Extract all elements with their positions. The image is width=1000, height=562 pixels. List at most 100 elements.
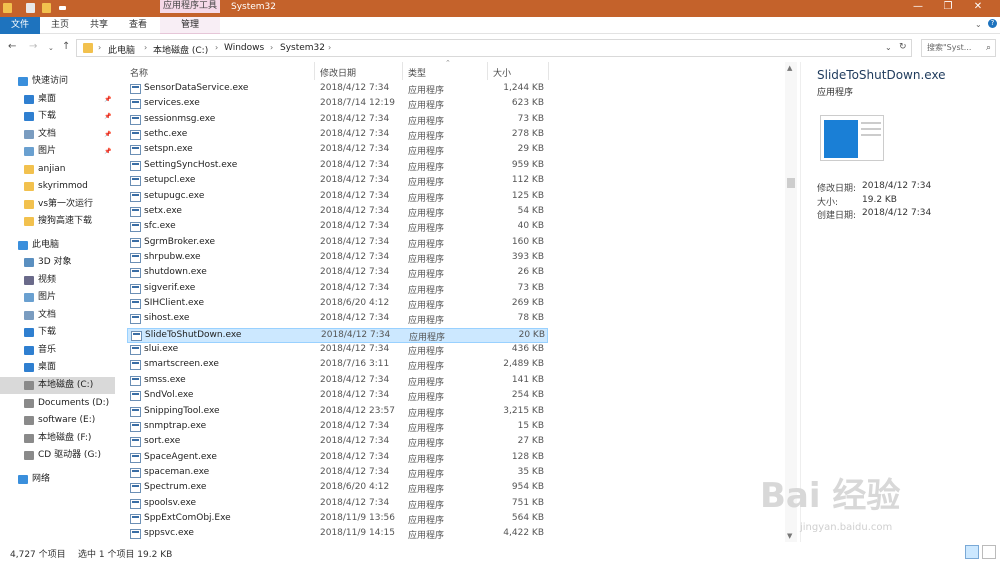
file-row[interactable]: sppsvc.exe 2018/11/9 14:15 应用程序 4,422 KB bbox=[127, 527, 548, 542]
sidebar-item[interactable]: 此电脑 bbox=[0, 237, 115, 254]
breadcrumb-local-disk-c[interactable]: 本地磁盘 (C:) bbox=[153, 43, 208, 56]
sidebar-item[interactable]: CD 驱动器 (G:) bbox=[0, 447, 115, 464]
pin-icon[interactable]: 📌 bbox=[104, 108, 111, 125]
pin-icon[interactable]: 📌 bbox=[104, 91, 111, 108]
column-date-modified[interactable]: 修改日期 bbox=[320, 66, 356, 79]
tab-manage[interactable]: 管理 bbox=[160, 17, 220, 34]
file-row[interactable]: services.exe 2018/7/14 12:19 应用程序 623 KB bbox=[127, 97, 548, 112]
file-type: 应用程序 bbox=[408, 224, 445, 235]
desktop-icon bbox=[24, 95, 34, 104]
recent-locations-icon[interactable]: ⌄ bbox=[48, 44, 54, 52]
file-row[interactable]: SlideToShutDown.exe 2018/4/12 7:34 应用程序 20 … bbox=[127, 327, 548, 343]
file-row[interactable]: SndVol.exe 2018/4/12 7:34 应用程序 254 KB bbox=[127, 389, 548, 404]
pin-icon[interactable]: 📌 bbox=[104, 126, 111, 143]
file-row[interactable]: sessionmsg.exe 2018/4/12 7:34 应用程序 73 KB bbox=[127, 113, 548, 128]
file-row[interactable]: shrpubw.exe 2018/4/12 7:34 应用程序 393 KB bbox=[127, 251, 548, 266]
minimize-icon[interactable]: — bbox=[908, 1, 928, 12]
column-type[interactable]: 类型 bbox=[408, 66, 426, 79]
file-row[interactable]: SIHClient.exe 2018/6/20 4:12 应用程序 269 KB bbox=[127, 297, 548, 312]
file-row[interactable]: smartscreen.exe 2018/7/16 3:11 应用程序 2,489 K… bbox=[127, 358, 548, 373]
new-folder-icon[interactable] bbox=[42, 3, 51, 13]
breadcrumb-this-pc[interactable]: 此电脑 bbox=[108, 43, 135, 56]
column-divider[interactable] bbox=[487, 62, 488, 80]
up-arrow-icon[interactable]: ↑ bbox=[62, 41, 70, 52]
help-icon[interactable]: ? bbox=[988, 19, 997, 28]
file-row[interactable]: sigverif.exe 2018/4/12 7:34 应用程序 73 KB bbox=[127, 282, 548, 297]
close-icon[interactable]: ✕ bbox=[968, 1, 988, 12]
tab-home[interactable]: 主页 bbox=[51, 19, 69, 34]
column-divider[interactable] bbox=[314, 62, 315, 80]
scrollbar-thumb[interactable] bbox=[787, 178, 795, 188]
file-row[interactable]: SettingSyncHost.exe 2018/4/12 7:34 应用程序 959… bbox=[127, 159, 548, 174]
sidebar-item[interactable]: software (E:) bbox=[0, 412, 115, 429]
scroll-down-icon[interactable]: ▼ bbox=[787, 532, 792, 540]
file-row[interactable]: SppExtComObj.Exe 2018/11/9 13:56 应用程序 564 K… bbox=[127, 512, 548, 527]
file-row[interactable]: snmptrap.exe 2018/4/12 7:34 应用程序 15 KB bbox=[127, 420, 548, 435]
tab-view[interactable]: 查看 bbox=[129, 19, 147, 34]
search-icon[interactable]: ⌕ bbox=[986, 40, 991, 56]
file-row[interactable]: setupugc.exe 2018/4/12 7:34 应用程序 125 KB bbox=[127, 190, 548, 205]
file-row[interactable]: sfc.exe 2018/4/12 7:34 应用程序 40 KB bbox=[127, 220, 548, 235]
properties-icon[interactable] bbox=[26, 3, 35, 13]
sidebar-item[interactable]: 下载 bbox=[0, 324, 115, 341]
search-input[interactable]: 搜索"Syst... ⌕ bbox=[921, 39, 996, 57]
sidebar-item[interactable]: anjian bbox=[0, 161, 115, 178]
breadcrumb-windows[interactable]: Windows bbox=[224, 43, 264, 53]
large-icons-view-icon[interactable] bbox=[982, 545, 996, 559]
expand-ribbon-icon[interactable]: ⌄ bbox=[975, 20, 982, 29]
sidebar-item[interactable]: 快速访问 bbox=[0, 73, 115, 90]
file-row[interactable]: SnippingTool.exe 2018/4/12 23:57 应用程序 3,215… bbox=[127, 405, 548, 420]
file-row[interactable]: setupcl.exe 2018/4/12 7:34 应用程序 112 KB bbox=[127, 174, 548, 189]
file-row[interactable]: sort.exe 2018/4/12 7:34 应用程序 27 KB bbox=[127, 435, 548, 450]
file-row[interactable]: spoolsv.exe 2018/4/12 7:34 应用程序 751 KB bbox=[127, 497, 548, 512]
column-divider[interactable] bbox=[402, 62, 403, 80]
customize-quick-access-icon[interactable] bbox=[59, 6, 66, 10]
file-row[interactable]: slui.exe 2018/4/12 7:34 应用程序 436 KB bbox=[127, 343, 548, 358]
sidebar-item[interactable]: 网络 bbox=[0, 471, 115, 488]
file-row[interactable]: Spectrum.exe 2018/6/20 4:12 应用程序 954 KB bbox=[127, 481, 548, 496]
sidebar-item[interactable]: 桌面 bbox=[0, 359, 115, 376]
window-title: System32 bbox=[231, 2, 277, 12]
breadcrumb-system32[interactable]: System32 bbox=[280, 43, 325, 53]
back-arrow-icon[interactable]: ← bbox=[8, 41, 16, 52]
address-bar[interactable]: › 此电脑 › 本地磁盘 (C:) › Windows › System32 ›… bbox=[76, 39, 912, 57]
sidebar-item[interactable]: skyrimmod bbox=[0, 178, 115, 195]
refresh-icon[interactable]: ↻ bbox=[899, 42, 907, 52]
column-name[interactable]: 名称 bbox=[130, 66, 148, 79]
file-row[interactable]: setspn.exe 2018/4/12 7:34 应用程序 29 KB bbox=[127, 143, 548, 158]
details-view-icon[interactable] bbox=[965, 545, 979, 559]
file-row[interactable]: sihost.exe 2018/4/12 7:34 应用程序 78 KB bbox=[127, 312, 548, 327]
sidebar-item[interactable]: 文档 bbox=[0, 307, 115, 324]
sidebar-item[interactable]: 桌面 📌 bbox=[0, 91, 115, 108]
pin-icon[interactable]: 📌 bbox=[104, 143, 111, 160]
file-row[interactable]: SgrmBroker.exe 2018/4/12 7:34 应用程序 160 KB bbox=[127, 236, 548, 251]
sidebar-item[interactable]: 文档 📌 bbox=[0, 126, 115, 143]
file-row[interactable]: smss.exe 2018/4/12 7:34 应用程序 141 KB bbox=[127, 374, 548, 389]
file-row[interactable]: SpaceAgent.exe 2018/4/12 7:34 应用程序 128 KB bbox=[127, 451, 548, 466]
column-divider[interactable] bbox=[548, 62, 549, 80]
file-row[interactable]: sethc.exe 2018/4/12 7:34 应用程序 278 KB bbox=[127, 128, 548, 143]
sidebar-item[interactable]: 本地磁盘 (F:) bbox=[0, 430, 115, 447]
maximize-icon[interactable]: ❐ bbox=[938, 1, 958, 12]
file-row[interactable]: SensorDataService.exe 2018/4/12 7:34 应用程序 1… bbox=[127, 82, 548, 97]
scroll-up-icon[interactable]: ▲ bbox=[787, 64, 792, 72]
sidebar-item[interactable]: vs第一次运行 bbox=[0, 196, 115, 213]
file-row[interactable]: spaceman.exe 2018/4/12 7:34 应用程序 35 KB bbox=[127, 466, 548, 481]
sidebar-item[interactable]: 本地磁盘 (C:) bbox=[0, 377, 115, 394]
forward-arrow-icon[interactable]: → bbox=[29, 41, 37, 52]
breadcrumb-separator: › bbox=[328, 43, 332, 52]
sidebar-item[interactable]: 图片 📌 bbox=[0, 143, 115, 160]
address-dropdown-icon[interactable]: ⌄ bbox=[885, 43, 892, 52]
sidebar-item[interactable]: 音乐 bbox=[0, 342, 115, 359]
sidebar-item[interactable]: 下载 📌 bbox=[0, 108, 115, 125]
sidebar-item[interactable]: 搜狗高速下载 bbox=[0, 213, 115, 230]
tab-file[interactable]: 文件 bbox=[0, 17, 40, 34]
file-row[interactable]: shutdown.exe 2018/4/12 7:34 应用程序 26 KB bbox=[127, 266, 548, 281]
sidebar-item[interactable]: 3D 对象 bbox=[0, 254, 115, 271]
column-size[interactable]: 大小 bbox=[493, 66, 511, 79]
sidebar-item[interactable]: Documents (D:) bbox=[0, 395, 115, 412]
tab-share[interactable]: 共享 bbox=[90, 19, 108, 34]
sidebar-item[interactable]: 视频 bbox=[0, 272, 115, 289]
file-row[interactable]: setx.exe 2018/4/12 7:34 应用程序 54 KB bbox=[127, 205, 548, 220]
sidebar-item[interactable]: 图片 bbox=[0, 289, 115, 306]
